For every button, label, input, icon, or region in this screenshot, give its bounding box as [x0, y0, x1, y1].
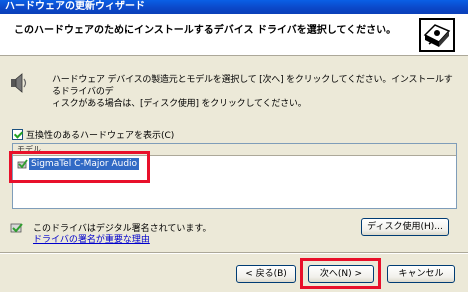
wizard-header: このハードウェアのためにインストールするデバイス ドライバを選択してください。	[0, 14, 468, 56]
annotation-highlight-model	[9, 151, 150, 183]
signed-driver-icon	[10, 223, 23, 233]
footer-divider	[0, 252, 468, 254]
hardware-wizard-icon	[419, 18, 455, 52]
annotation-highlight-next	[300, 258, 381, 289]
speaker-icon	[11, 73, 27, 93]
have-disk-button[interactable]: ディスク使用(H)...	[361, 218, 449, 236]
signature-importance-link[interactable]: ドライバの署名が重要な理由	[33, 232, 150, 245]
description-line-1: ハードウェア デバイスの製造元とモデルを選択して [次へ] をクリックしてくださ…	[52, 75, 453, 97]
back-button[interactable]: < 戻る(B)	[236, 265, 296, 283]
show-compatible-label: 互換性のあるハードウェアを表示(C)	[26, 130, 175, 141]
description-line-2: ィスクがある場合は、[ディスク使用] をクリックしてください。	[52, 99, 307, 109]
window-title: ハードウェアの更新ウィザード	[0, 0, 468, 14]
description-text: ハードウェア デバイスの製造元とモデルを選択して [次へ] をクリックしてくださ…	[52, 74, 457, 110]
show-compatible-checkbox[interactable]: 互換性のあるハードウェアを表示(C)	[12, 128, 175, 141]
header-title: このハードウェアのためにインストールするデバイス ドライバを選択してください。	[14, 25, 397, 36]
cancel-button[interactable]: キャンセル	[387, 265, 455, 283]
checkbox-checked-icon[interactable]	[12, 128, 23, 140]
